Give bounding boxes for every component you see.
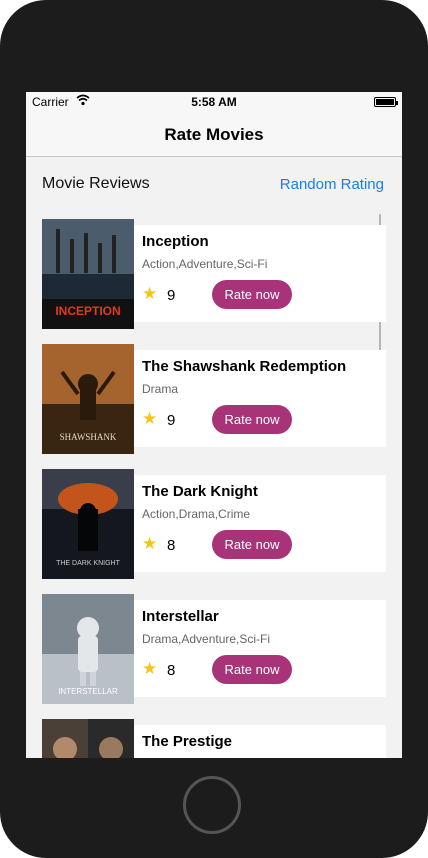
movie-title: The Shawshank Redemption [142, 358, 347, 375]
star-icon: ★ [142, 659, 158, 678]
movie-poster: SHAWSHANK [42, 344, 134, 454]
rating-value: 9 [167, 412, 176, 429]
navigation-bar: Rate Movies [26, 112, 402, 157]
nav-title: Rate Movies [164, 125, 264, 144]
star-icon: ★ [142, 284, 158, 303]
rating-value: 9 [167, 287, 176, 304]
movie-poster: INCEPTION [42, 219, 134, 329]
movie-card[interactable]: SHAWSHANK The Shawshank Redemption Drama… [42, 344, 386, 454]
random-rating-button[interactable]: Random Rating [280, 176, 384, 193]
poster-caption: THE DARK KNIGHT [56, 560, 121, 567]
movie-title: The Dark Knight [142, 483, 258, 500]
movie-title: Inception [142, 233, 209, 250]
status-bar: Carrier 5:58 AM [26, 92, 402, 112]
rate-now-button[interactable]: Rate now [212, 280, 292, 309]
battery-icon [374, 97, 398, 107]
poster-caption: INTERSTELLAR [58, 687, 118, 696]
movie-card[interactable]: INCEPTION Inception Action,Adventure,Sci… [42, 219, 386, 329]
device-frame: Carrier 5:58 AM Rate Movies Movie Review… [0, 0, 428, 858]
rating-value: 8 [167, 537, 176, 554]
movie-genres: Action,Drama,Crime [142, 507, 251, 521]
poster-caption: SHAWSHANK [60, 432, 117, 442]
rate-now-button[interactable]: Rate now [212, 530, 292, 559]
section-title: Movie Reviews [42, 175, 150, 192]
movie-poster [42, 719, 134, 758]
screen: Carrier 5:58 AM Rate Movies Movie Review… [26, 92, 402, 758]
home-button[interactable] [183, 776, 241, 834]
clock-time: 5:58 AM [191, 95, 237, 109]
rate-now-button[interactable]: Rate now [212, 655, 292, 684]
movie-genres: Action,Adventure,Sci-Fi [142, 257, 268, 271]
movie-poster: INTERSTELLAR [42, 594, 134, 704]
movie-card[interactable]: INTERSTELLAR Interstellar Drama,Adventur… [42, 594, 386, 704]
movie-poster: THE DARK KNIGHT [42, 469, 134, 579]
movie-genres: Drama,Adventure,Sci-Fi [142, 632, 271, 646]
rating-value: 8 [167, 662, 176, 679]
movie-genres: Drama [142, 382, 179, 396]
star-icon: ★ [142, 534, 158, 553]
movie-title: Interstellar [142, 608, 219, 625]
poster-caption: INCEPTION [55, 304, 120, 318]
movie-card[interactable]: The Prestige [42, 719, 386, 758]
rate-now-button[interactable]: Rate now [212, 405, 292, 434]
movie-card[interactable]: THE DARK KNIGHT The Dark Knight Action,D… [42, 469, 386, 579]
star-icon: ★ [142, 409, 158, 428]
movie-title: The Prestige [142, 733, 233, 750]
